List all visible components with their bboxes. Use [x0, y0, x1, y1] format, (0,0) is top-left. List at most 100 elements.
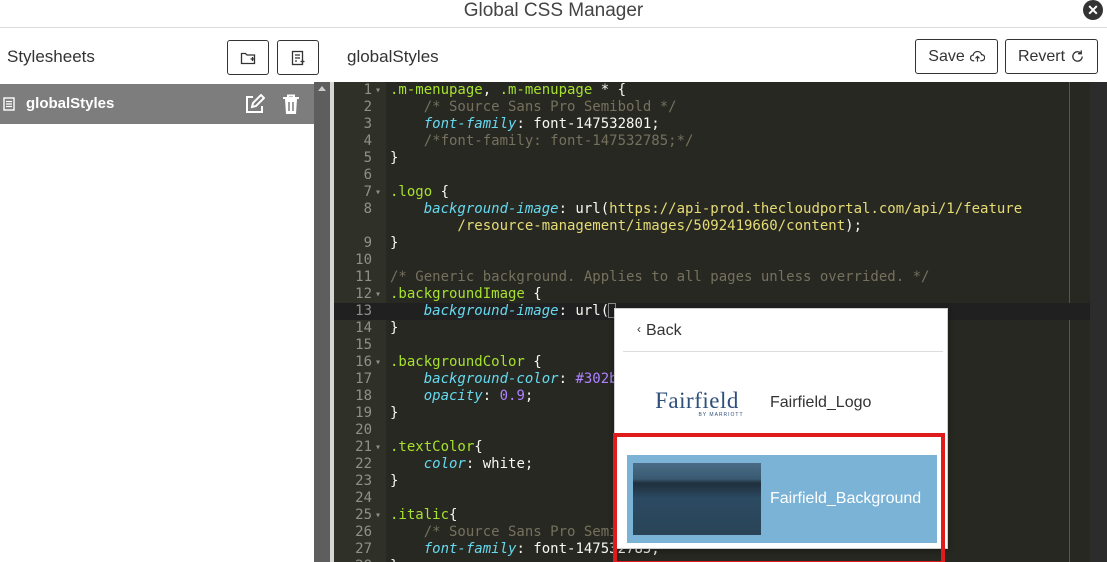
code-text: /*font-family: font-147532785;*/: [423, 133, 694, 149]
code-line[interactable]: 11 /* Generic background. Applies to all …: [334, 269, 1090, 286]
code-text: }: [390, 320, 399, 336]
window-title: Global CSS Manager: [463, 0, 644, 21]
code-line[interactable]: 1 ▾ .m-menupage, .m-menupage * {: [334, 82, 1090, 99]
code-line[interactable]: 10: [334, 252, 1090, 269]
edit-icon[interactable]: [244, 94, 265, 115]
code-line[interactable]: /resource-management/images/5092419660/c…: [334, 218, 1090, 235]
file-name: globalStyles: [347, 47, 439, 66]
code-text: .textColor{: [390, 439, 483, 455]
line-number: 15: [355, 337, 372, 353]
code-line[interactable]: 2 /* Source Sans Pro Semibold */: [334, 99, 1090, 116]
refresh-icon: [1072, 50, 1083, 62]
back-button[interactable]: ‹ Back: [637, 322, 682, 340]
line-number: 3: [363, 116, 372, 132]
line-number: 24: [355, 490, 372, 506]
css-manager-window: Global CSS Manager ✕ Stylesheets globalS…: [0, 0, 1107, 562]
save-button[interactable]: Save: [915, 39, 998, 74]
logo-subtitle: BY MARRIOTT: [698, 411, 744, 418]
code-line[interactable]: 6: [334, 167, 1090, 184]
code-text: /* Generic background. Applies to all pa…: [390, 269, 930, 285]
line-number: 28: [334, 558, 372, 562]
fairfield-background-thumbnail: [633, 463, 761, 535]
line-number: 23: [355, 473, 372, 489]
document-icon: [3, 97, 15, 111]
line-number: 22: [355, 456, 372, 472]
fold-toggle-icon[interactable]: ▾: [375, 286, 381, 303]
code-text: background-image: url(https://api-prod.t…: [423, 201, 1023, 217]
fairfield-logo-thumbnail: Fairfield BY MARRIOTT: [633, 367, 761, 439]
code-line[interactable]: 8 background-image: url(https://api-prod…: [334, 201, 1090, 218]
stylesheet-label: globalStyles: [26, 95, 115, 112]
line-number: 14: [355, 320, 372, 336]
code-text: color: white;: [423, 456, 534, 472]
line-number: 2: [363, 99, 372, 115]
code-text: .backgroundImage {: [390, 286, 542, 302]
line-number: 20: [355, 422, 372, 438]
line-number: 25: [355, 507, 372, 523]
line-number: 19: [355, 405, 372, 421]
line-number: 26: [355, 524, 372, 540]
code-text: .backgroundColor {: [390, 354, 542, 370]
title-bar: Global CSS Manager ✕: [0, 0, 1107, 28]
fold-toggle-icon[interactable]: ▾: [375, 439, 381, 456]
line-number: 16: [355, 354, 372, 370]
new-stylesheet-button[interactable]: [277, 40, 319, 75]
line-number: 6: [363, 167, 372, 183]
code-text: }: [390, 235, 399, 251]
fold-toggle-icon[interactable]: ▾: [375, 82, 381, 99]
code-text: /resource-management/images/5092419660/c…: [390, 218, 863, 234]
line-number: 12: [355, 286, 372, 302]
line-number: 11: [355, 269, 372, 285]
code-line[interactable]: 3 font-family: font-147532801;: [334, 116, 1090, 133]
trash-icon[interactable]: [282, 94, 300, 115]
line-number: 21: [355, 439, 372, 455]
cloud-upload-icon: [969, 50, 985, 62]
fold-toggle-icon[interactable]: ▾: [375, 184, 381, 201]
code-line[interactable]: 28}: [334, 558, 1090, 562]
code-text: .italic{: [390, 507, 458, 523]
code-text: .m-menupage, .m-menupage * {: [390, 82, 627, 98]
stylesheet-item-globalstyles[interactable]: globalStyles: [0, 84, 314, 124]
popup-divider: [623, 351, 943, 352]
stylesheets-title: Stylesheets: [7, 47, 95, 66]
new-folder-button[interactable]: [227, 40, 269, 75]
line-number: 4: [363, 133, 372, 149]
code-text: }: [390, 473, 399, 489]
scroll-up-icon[interactable]: [318, 86, 326, 91]
image-option-label: Fairfield_Logo: [770, 394, 872, 411]
revert-label: Revert: [1017, 47, 1066, 65]
new-file-icon: [291, 50, 305, 65]
back-label: Back: [646, 322, 682, 339]
code-text: }: [390, 558, 398, 562]
image-option-fairfield-logo[interactable]: Fairfield BY MARRIOTT Fairfield_Logo: [627, 359, 937, 447]
code-text: background-image: url(: [390, 303, 617, 320]
code-line[interactable]: 7 ▾ .logo {: [334, 184, 1090, 201]
code-text: }: [390, 150, 399, 166]
code-text: }: [390, 405, 399, 421]
logo-wordmark: Fairfield: [655, 387, 739, 413]
line-number: 27: [355, 541, 372, 557]
image-picker-popup: ‹ Back Fairfield BY MARRIOTT Fairfield_Lo…: [614, 308, 948, 549]
editor-scrollbar[interactable]: [1090, 82, 1107, 562]
code-line[interactable]: 4 /*font-family: font-147532785;*/: [334, 133, 1090, 150]
image-option-label: Fairfield_Background: [770, 490, 922, 507]
code-line[interactable]: 9}: [334, 235, 1090, 252]
fold-toggle-icon[interactable]: ▾: [375, 354, 381, 371]
line-number: 1: [363, 82, 372, 98]
code-line[interactable]: 5}: [334, 150, 1090, 167]
code-text: /* Source Sans Pro Semibold */: [423, 99, 677, 115]
code-line[interactable]: 12 ▾ .backgroundImage {: [334, 286, 1090, 303]
sidebar-scrollbar[interactable]: [314, 82, 330, 562]
chevron-left-icon: ‹: [637, 322, 641, 336]
revert-button[interactable]: Revert: [1005, 39, 1098, 74]
code-text: .logo {: [390, 184, 450, 200]
fold-toggle-icon[interactable]: ▾: [375, 507, 381, 524]
line-number: 13: [355, 303, 372, 319]
line-number: 10: [355, 252, 372, 268]
code-text: /* Source Sans Pro Semi: [423, 524, 618, 540]
line-number: 9: [363, 235, 372, 251]
line-number: 5: [363, 150, 372, 166]
image-option-fairfield-background[interactable]: Fairfield_Background: [627, 455, 937, 543]
line-number: 17: [355, 371, 372, 387]
close-icon[interactable]: ✕: [1083, 0, 1103, 20]
